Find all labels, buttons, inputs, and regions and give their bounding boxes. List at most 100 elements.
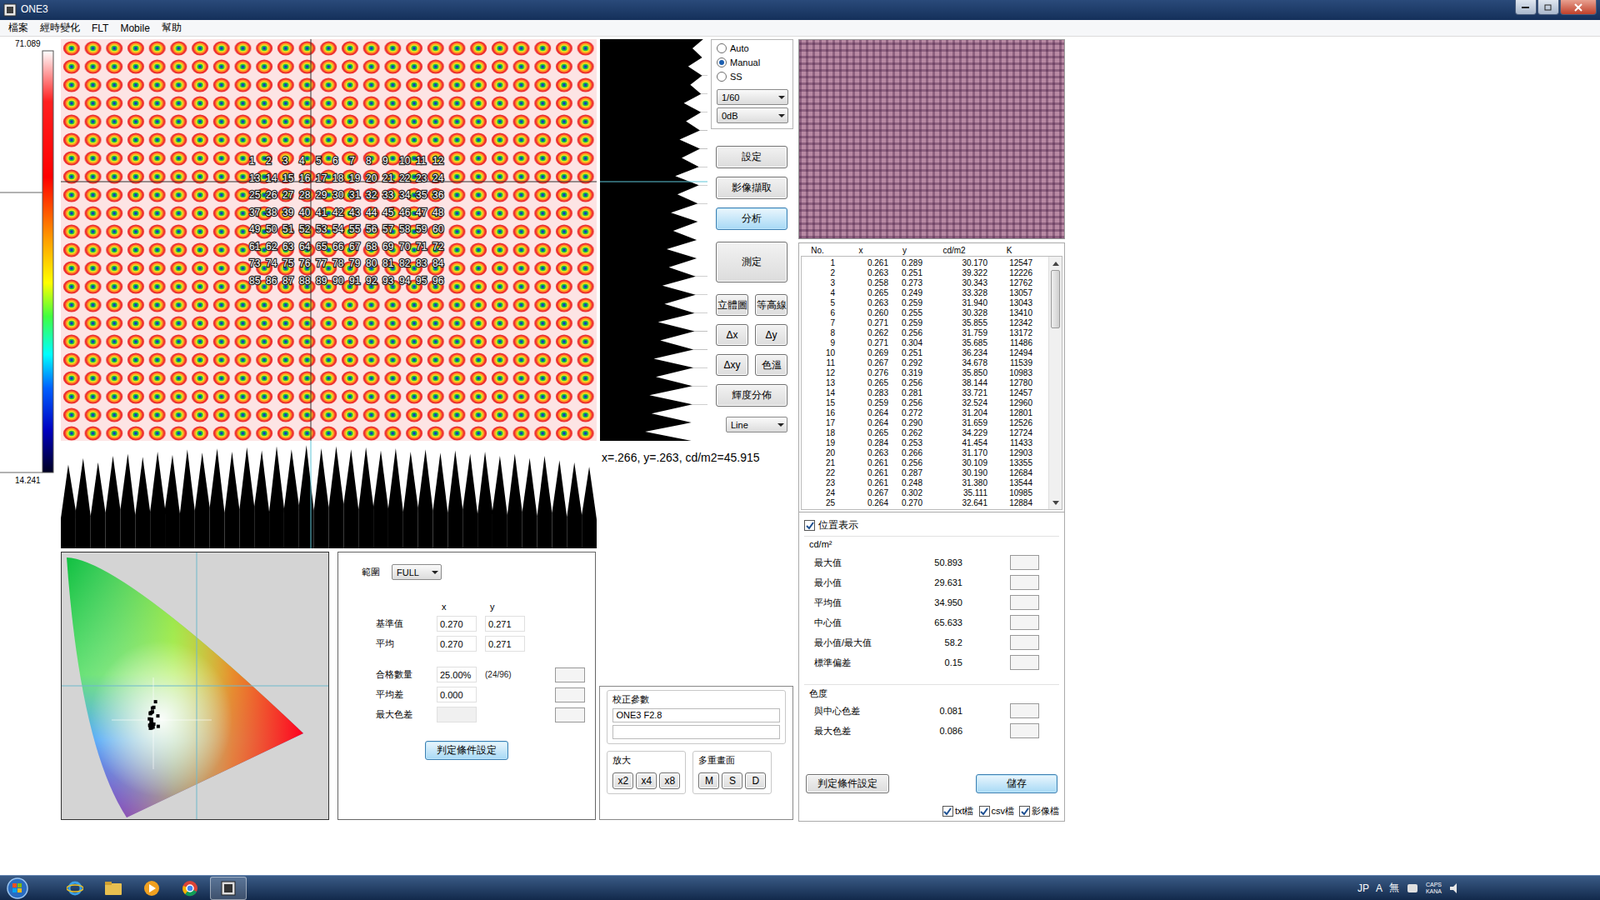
volume-icon[interactable] [1448, 881, 1462, 895]
scroll-down-icon[interactable] [1049, 495, 1062, 510]
table-row[interactable]: 20.2630.25139.32212226 [801, 268, 1049, 279]
menu-item[interactable]: 檔案 [2, 20, 35, 35]
small-button[interactable]: x8 [659, 772, 680, 790]
table-row[interactable]: 60.2600.25530.32813410 [801, 308, 1049, 319]
y-field[interactable]: 0.271 [485, 635, 525, 652]
start-icon[interactable] [5, 876, 30, 900]
action-button[interactable]: Δxy [715, 354, 749, 376]
table-row[interactable]: 30.2580.27330.34312762 [801, 278, 1049, 289]
save-option-checkbox[interactable]: csv檔 [979, 805, 1015, 818]
save-option-checkbox[interactable]: 影像檔 [1019, 805, 1060, 818]
action-button[interactable]: Δx [715, 324, 749, 346]
table-row[interactable]: 140.2830.28133.72112457 [801, 388, 1049, 399]
calibration-field[interactable]: ONE3 F2.8 [612, 708, 780, 723]
action-button[interactable]: 等高線 [755, 294, 788, 316]
x-field[interactable]: 0.270 [436, 635, 477, 652]
table-row[interactable]: 190.2840.25341.45411433 [801, 438, 1049, 449]
table-row[interactable]: 200.2630.26631.17012903 [801, 448, 1049, 459]
action-button[interactable]: 色溫 [755, 354, 788, 376]
small-button[interactable]: S [721, 772, 743, 790]
table-row[interactable]: 50.2630.25931.94013043 [801, 298, 1049, 309]
table-row[interactable]: 80.2620.25631.75913172 [801, 328, 1049, 339]
taskbar-item[interactable] [56, 876, 94, 900]
tray-item[interactable]: JP [1357, 882, 1370, 895]
tray-item[interactable]: 無 [1389, 880, 1400, 895]
action-button[interactable]: 設定 [715, 145, 788, 169]
table-row[interactable]: 250.2640.27032.64112884 [801, 498, 1049, 509]
result-field[interactable] [436, 706, 477, 723]
table-row[interactable]: 210.2610.25630.10913355 [801, 458, 1049, 469]
judgment-settings-button[interactable]: 判定條件設定 [425, 740, 509, 760]
scroll-thumb[interactable] [1050, 270, 1060, 329]
small-button[interactable]: x2 [612, 772, 634, 790]
table-row[interactable]: 150.2590.25632.52412960 [801, 398, 1049, 409]
action-button[interactable]: 測定 [715, 241, 788, 283]
action-button[interactable]: 影像擷取 [715, 176, 788, 200]
panel-button[interactable]: 儲存 [975, 774, 1058, 794]
ime-icon[interactable] [1405, 881, 1420, 895]
taskbar-item[interactable] [210, 876, 247, 900]
stat-indicator [1010, 595, 1040, 610]
table-row[interactable]: 120.2760.31935.85010983 [801, 368, 1049, 379]
menu-item[interactable]: Mobile [114, 22, 155, 35]
table-cell: 12724 [987, 428, 1033, 439]
table-row[interactable]: 180.2650.26234.22912724 [801, 428, 1049, 439]
menu-item[interactable]: 幫助 [155, 20, 188, 35]
table-row[interactable]: 10.2610.28930.17012547 [801, 258, 1049, 269]
close-button[interactable] [1560, 0, 1597, 15]
exposure-radio[interactable]: Manual [716, 56, 788, 69]
y-field[interactable]: 0.271 [485, 615, 525, 632]
range-dropdown[interactable]: FULL [391, 564, 442, 580]
table-row[interactable]: 110.2670.29234.67811539 [801, 358, 1049, 369]
save-option-box[interactable] [979, 805, 990, 817]
action-button[interactable]: 輝度分佈 [715, 384, 788, 407]
table-row[interactable]: 70.2710.25935.85512342 [801, 318, 1049, 329]
table-row[interactable]: 170.2640.29031.65912526 [801, 418, 1049, 429]
point-label: 26 [265, 189, 278, 201]
taskbar-item[interactable] [133, 876, 170, 900]
action-button[interactable]: Δy [755, 324, 788, 346]
table-cell: 12226 [987, 268, 1033, 279]
shutter-dropdown[interactable]: 1/60 [716, 89, 789, 105]
point-label: 80 [365, 257, 378, 270]
result-field[interactable]: 0.000 [436, 686, 477, 703]
table-row[interactable]: 220.2610.28730.19012684 [801, 468, 1049, 479]
table-scrollbar[interactable] [1048, 256, 1062, 510]
menu-item[interactable]: FLT [85, 22, 115, 35]
calibration-field[interactable] [612, 725, 780, 740]
taskbar-item[interactable] [171, 876, 209, 900]
small-button[interactable]: M [698, 772, 720, 790]
scroll-up-icon[interactable] [1049, 256, 1062, 270]
luminance-heatmap[interactable]: 1234567891011121314151617181920212223242… [60, 39, 597, 441]
table-row[interactable]: 40.2650.24933.32813057 [801, 288, 1049, 299]
taskbar-item[interactable] [95, 876, 132, 900]
table-row[interactable]: 130.2650.25638.14412780 [801, 378, 1049, 389]
x-field[interactable]: 0.270 [436, 615, 477, 632]
tray-item[interactable]: A [1375, 882, 1383, 895]
small-button[interactable]: x4 [635, 772, 657, 790]
minimize-button[interactable] [1515, 0, 1537, 15]
position-display-box[interactable] [804, 520, 815, 531]
panel-button[interactable]: 判定條件設定 [805, 774, 890, 794]
save-option-box[interactable] [1019, 805, 1030, 817]
result-field[interactable]: 25.00% [436, 666, 477, 683]
point-label: 8 [365, 155, 372, 167]
view-mode-dropdown[interactable]: Line [725, 416, 788, 433]
save-option-box[interactable] [942, 805, 954, 817]
menu-item[interactable]: 經時變化 [34, 20, 86, 35]
table-cell: 31.940 [922, 298, 988, 309]
restore-button[interactable] [1537, 0, 1560, 15]
table-row[interactable]: 90.2710.30435.68511486 [801, 338, 1049, 349]
position-display-checkbox[interactable]: 位置表示 [804, 518, 1060, 533]
table-row[interactable]: 100.2690.25136.23412494 [801, 348, 1049, 359]
exposure-radio[interactable]: Auto [716, 42, 788, 55]
action-button[interactable]: 分析 [715, 207, 788, 230]
table-row[interactable]: 240.2670.30235.11110985 [801, 488, 1049, 499]
table-row[interactable]: 160.2640.27231.20412801 [801, 408, 1049, 419]
small-button[interactable]: D [745, 772, 766, 790]
save-option-checkbox[interactable]: txt檔 [942, 805, 975, 818]
gain-dropdown[interactable]: 0dB [716, 107, 789, 124]
table-row[interactable]: 230.2610.24831.38013544 [801, 478, 1049, 489]
exposure-radio[interactable]: SS [716, 70, 788, 83]
action-button[interactable]: 立體圖 [715, 294, 749, 316]
